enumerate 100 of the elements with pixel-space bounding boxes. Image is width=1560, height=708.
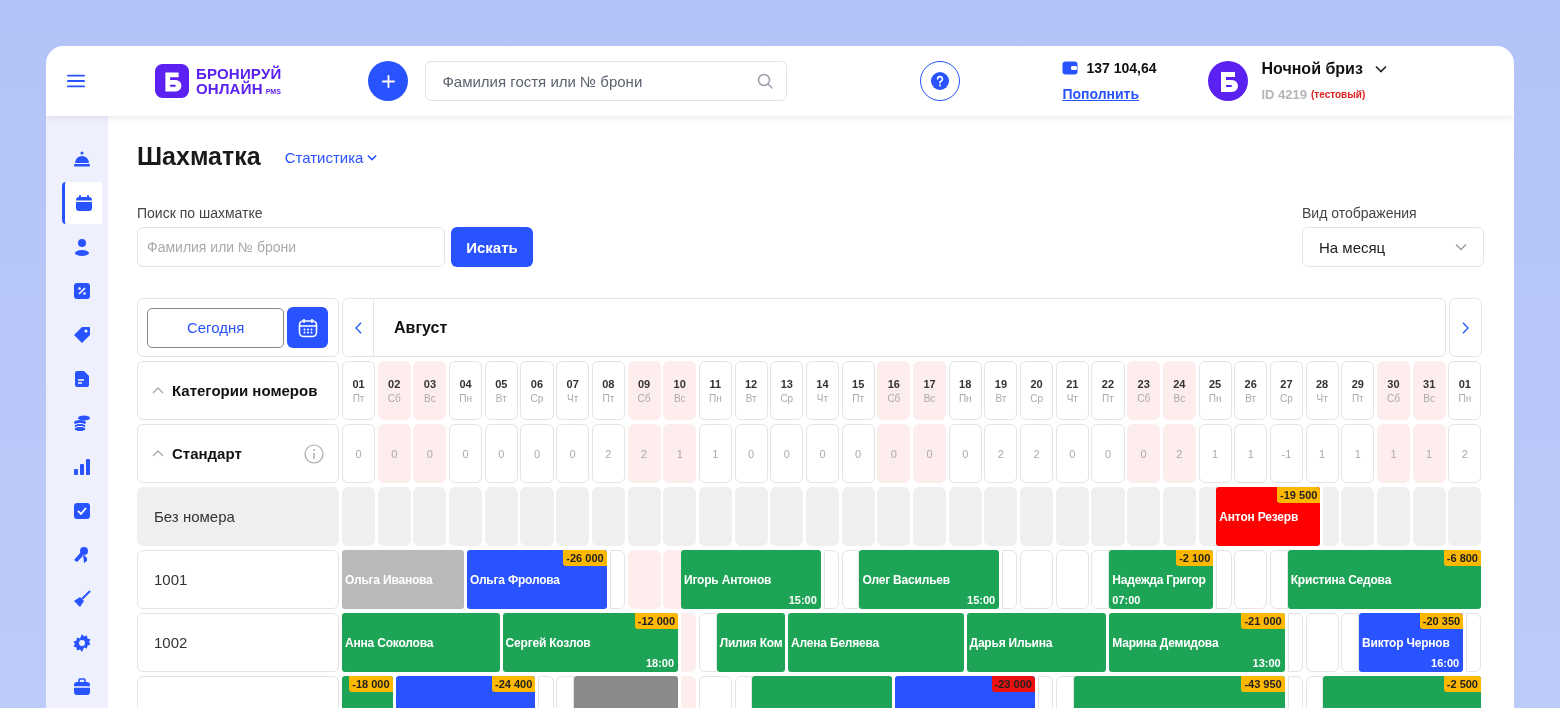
- weekday-label: Сб: [387, 392, 401, 404]
- day-number: 17: [923, 377, 936, 390]
- category-row-header[interactable]: Стандарт: [137, 424, 339, 483]
- weekday-label: Сб: [1387, 392, 1400, 404]
- day-cell[interactable]: [1341, 613, 1360, 672]
- availability-cell: 0: [877, 424, 911, 483]
- add-button[interactable]: [368, 61, 409, 101]
- chevron-down-icon: [367, 153, 378, 161]
- availability-cell: 0: [734, 424, 768, 483]
- next-month-button[interactable]: [1449, 298, 1482, 357]
- weekday-label: Пт: [852, 392, 865, 404]
- booking-bar[interactable]: -12 000 Сергей Козлов 18:00: [502, 613, 679, 672]
- day-cell[interactable]: [1091, 550, 1110, 609]
- booking-bar[interactable]: -6 800 Кристина Седова: [1287, 550, 1481, 609]
- availability-cell: 0: [484, 424, 518, 483]
- test-tag: (тестовый): [1311, 89, 1366, 100]
- day-cell[interactable]: [1002, 550, 1018, 609]
- amount-badge: -23 000: [991, 676, 1035, 692]
- balance-amount: 137 104,64: [1086, 60, 1157, 76]
- search-button[interactable]: Искать: [451, 227, 533, 267]
- booking-bar[interactable]: -26 000 Ольга Фролова: [466, 550, 607, 609]
- day-cell[interactable]: [1287, 613, 1303, 672]
- view-select[interactable]: На месяц: [1302, 227, 1484, 267]
- amount-badge: -19 500: [1277, 487, 1321, 503]
- weekday-label: Пн: [1208, 392, 1222, 404]
- sidebar-item[interactable]: [62, 182, 102, 224]
- avatar-icon[interactable]: [1208, 61, 1249, 101]
- weekday-label: Пт: [1102, 392, 1114, 404]
- booking-bar[interactable]: -2 100 Надежда Григор 07:00: [1109, 550, 1214, 609]
- day-cell[interactable]: [1020, 550, 1054, 609]
- day-number: 19: [994, 377, 1008, 390]
- weekday-label: Ср: [530, 392, 544, 404]
- day-cell[interactable]: [823, 550, 840, 609]
- weekday-label: Ср: [1280, 392, 1293, 404]
- search-field[interactable]: Фамилия гостя или № брони: [425, 61, 788, 101]
- plus-icon: [381, 74, 395, 88]
- booking-bar[interactable]: -23 000: [895, 676, 1035, 708]
- user-icon: [73, 238, 91, 256]
- booking-bar[interactable]: -20 350 Виктор Чернов 16:00: [1359, 613, 1464, 672]
- tag-icon: [73, 326, 91, 344]
- check-in-time: 07:00: [1112, 594, 1141, 606]
- weekday-label: Сб: [637, 392, 651, 404]
- chevron-down-icon[interactable]: [1374, 65, 1387, 73]
- day-cell[interactable]: [1305, 613, 1339, 672]
- availability-cell: 1: [663, 424, 697, 483]
- weekday-label: Вс: [1423, 392, 1435, 404]
- today-button[interactable]: Сегодня: [147, 307, 285, 348]
- availability-cell: 0: [520, 424, 554, 483]
- day-cell[interactable]: [1466, 613, 1482, 672]
- amount-badge: -18 000: [349, 676, 393, 692]
- guest-name: Надежда Григор: [1112, 572, 1206, 587]
- top-up-link[interactable]: Пополнить: [1062, 86, 1157, 102]
- availability-cell: 2: [984, 424, 1018, 483]
- day-cell[interactable]: [663, 550, 682, 609]
- help-button[interactable]: [920, 61, 961, 101]
- day-number: 12: [745, 377, 758, 390]
- menu-icon[interactable]: [67, 73, 85, 89]
- category-header[interactable]: Категории номеров: [137, 361, 339, 420]
- chevron-left-icon: [354, 321, 362, 334]
- guest-name: Сергей Козлов: [505, 635, 591, 650]
- search-field[interactable]: Фамилия или № брони: [137, 227, 445, 267]
- booking-bar[interactable]: -19 500 Антон Резерв: [1216, 487, 1321, 546]
- weekday-label: Вс: [424, 392, 436, 404]
- availability-cell: 0: [948, 424, 982, 483]
- day-number: 05: [495, 377, 508, 390]
- day-cell[interactable]: [1216, 550, 1232, 609]
- weekday-label: Чт: [567, 392, 579, 404]
- availability-cell: 1: [1376, 424, 1411, 483]
- check-in-time: 13:00: [1252, 657, 1281, 669]
- booking-bar[interactable]: -2 500: [1323, 676, 1481, 708]
- availability-cell: 2: [1162, 424, 1196, 483]
- day-cell[interactable]: [1234, 550, 1268, 609]
- amount-badge: -2 500: [1443, 676, 1481, 692]
- amount-badge: -2 100: [1176, 550, 1214, 566]
- booking-bar[interactable]: -24 400: [395, 676, 536, 708]
- weekday-label: Вт: [745, 392, 757, 404]
- day-number: 29: [1351, 377, 1364, 390]
- amount-badge: -20 350: [1419, 613, 1464, 629]
- booking-bar[interactable]: -18 000: [342, 676, 393, 708]
- day-cell[interactable]: [698, 613, 717, 672]
- account-name[interactable]: Ночной бриз: [1261, 60, 1363, 78]
- day-cell[interactable]: [1198, 487, 1217, 546]
- booking-bar[interactable]: -21 000 Марина Демидова 13:00: [1109, 613, 1285, 672]
- info-icon[interactable]: [304, 443, 324, 464]
- coins-icon: [73, 414, 91, 432]
- amount-badge: -6 800: [1443, 550, 1481, 566]
- day-cell[interactable]: [1055, 550, 1089, 609]
- calendar-button[interactable]: [287, 307, 328, 348]
- check-in-time: 15:00: [788, 594, 817, 606]
- day-cell[interactable]: [609, 550, 625, 609]
- check-in-time: 16:00: [1431, 657, 1460, 669]
- logo-text: БРОНИРУЙ: [196, 66, 282, 81]
- day-number: 27: [1280, 377, 1293, 390]
- day-number: 25: [1208, 377, 1222, 390]
- day-number: 28: [1316, 377, 1329, 390]
- booking-bar[interactable]: -43 950: [1073, 676, 1285, 708]
- day-cell[interactable]: [841, 550, 860, 609]
- day-cell[interactable]: [1269, 550, 1288, 609]
- category-name: Стандарт: [172, 445, 242, 462]
- statistics-dropdown[interactable]: Статистика: [284, 146, 378, 166]
